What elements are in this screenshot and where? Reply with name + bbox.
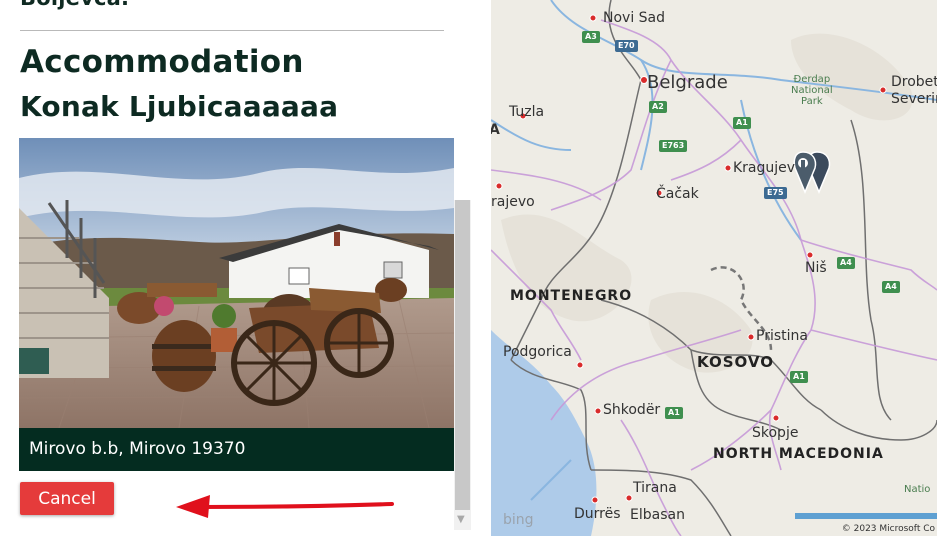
- map-label-tuzla: Tuzla: [509, 104, 545, 120]
- map-label-kosovo: KOSOVO: [697, 353, 774, 371]
- road-shield-a3: A3: [582, 31, 600, 43]
- road-shield-e75: E75: [764, 187, 787, 199]
- road-shield-a4-east: A4: [882, 281, 900, 293]
- map-label-severin: Severin: [891, 91, 937, 107]
- accommodation-card[interactable]: Mirovo b.b, Mirovo 19370: [19, 138, 454, 471]
- cancel-button[interactable]: Cancel: [20, 482, 114, 515]
- divider: [20, 30, 444, 31]
- accommodation-photo: [19, 138, 454, 429]
- address-label: Mirovo b.b, Mirovo 19370: [19, 428, 454, 471]
- map-copyright: © 2023 Microsoft Co: [841, 524, 935, 534]
- road-shield-a2: A2: [649, 101, 667, 113]
- road-shield-e70: E70: [615, 40, 638, 52]
- map-label-montenegro: MONTENEGRO: [510, 288, 633, 304]
- map-label-durres: Durrës: [574, 506, 621, 522]
- location-pin-icon[interactable]: [793, 151, 831, 194]
- map-label-novi-sad: Novi Sad: [603, 10, 666, 26]
- map-label-nis: Niš: [805, 260, 827, 276]
- details-panel: Boljevca. Accommodation Konak Ljubicaaaa…: [0, 0, 490, 536]
- accommodation-name: Konak Ljubicaaaaaa: [20, 90, 339, 123]
- map-label-sarajevo: rajevo: [491, 194, 535, 210]
- scroll-down-arrow-icon[interactable]: ▼: [457, 514, 465, 525]
- map[interactable]: Novi Sad Belgrade Tuzla A Kragujev Čačak…: [491, 0, 937, 536]
- road-shield-a4: A4: [837, 257, 855, 269]
- map-label-cut: A: [491, 122, 500, 138]
- map-label-natio: Natio: [904, 484, 931, 495]
- map-label-pristina: Pristina: [756, 328, 808, 344]
- map-label-park: Đerdap National Park: [791, 74, 833, 107]
- road-shield-e763: E763: [659, 140, 688, 152]
- map-scale-bar: [795, 513, 937, 519]
- description-text: Boljevca.: [20, 0, 129, 10]
- map-label-shkoder: Shkodër: [603, 402, 661, 418]
- map-label-belgrade: Belgrade: [647, 72, 728, 93]
- map-label-podgorica: Podgorica: [503, 344, 572, 360]
- road-shield-a1-south: A1: [790, 371, 808, 383]
- section-heading: Accommodation: [20, 44, 304, 80]
- map-label-kragujevac: Kragujev: [733, 160, 796, 176]
- arrow-pointer-icon: [176, 495, 394, 518]
- map-label-cacak: Čačak: [656, 186, 699, 202]
- scrollbar-thumb[interactable]: [455, 200, 470, 510]
- map-label-skopje: Skopje: [752, 425, 799, 441]
- map-label-drobeta: Drobeta: [891, 74, 937, 90]
- bing-logo: bing: [503, 512, 534, 528]
- map-label-north-macedonia: NORTH MACEDONIA: [713, 446, 884, 462]
- map-label-tirana: Tirana: [633, 480, 677, 496]
- road-shield-a1: A1: [733, 117, 751, 129]
- road-shield-a1-albania: A1: [665, 407, 683, 419]
- map-label-elbasan: Elbasan: [630, 507, 685, 523]
